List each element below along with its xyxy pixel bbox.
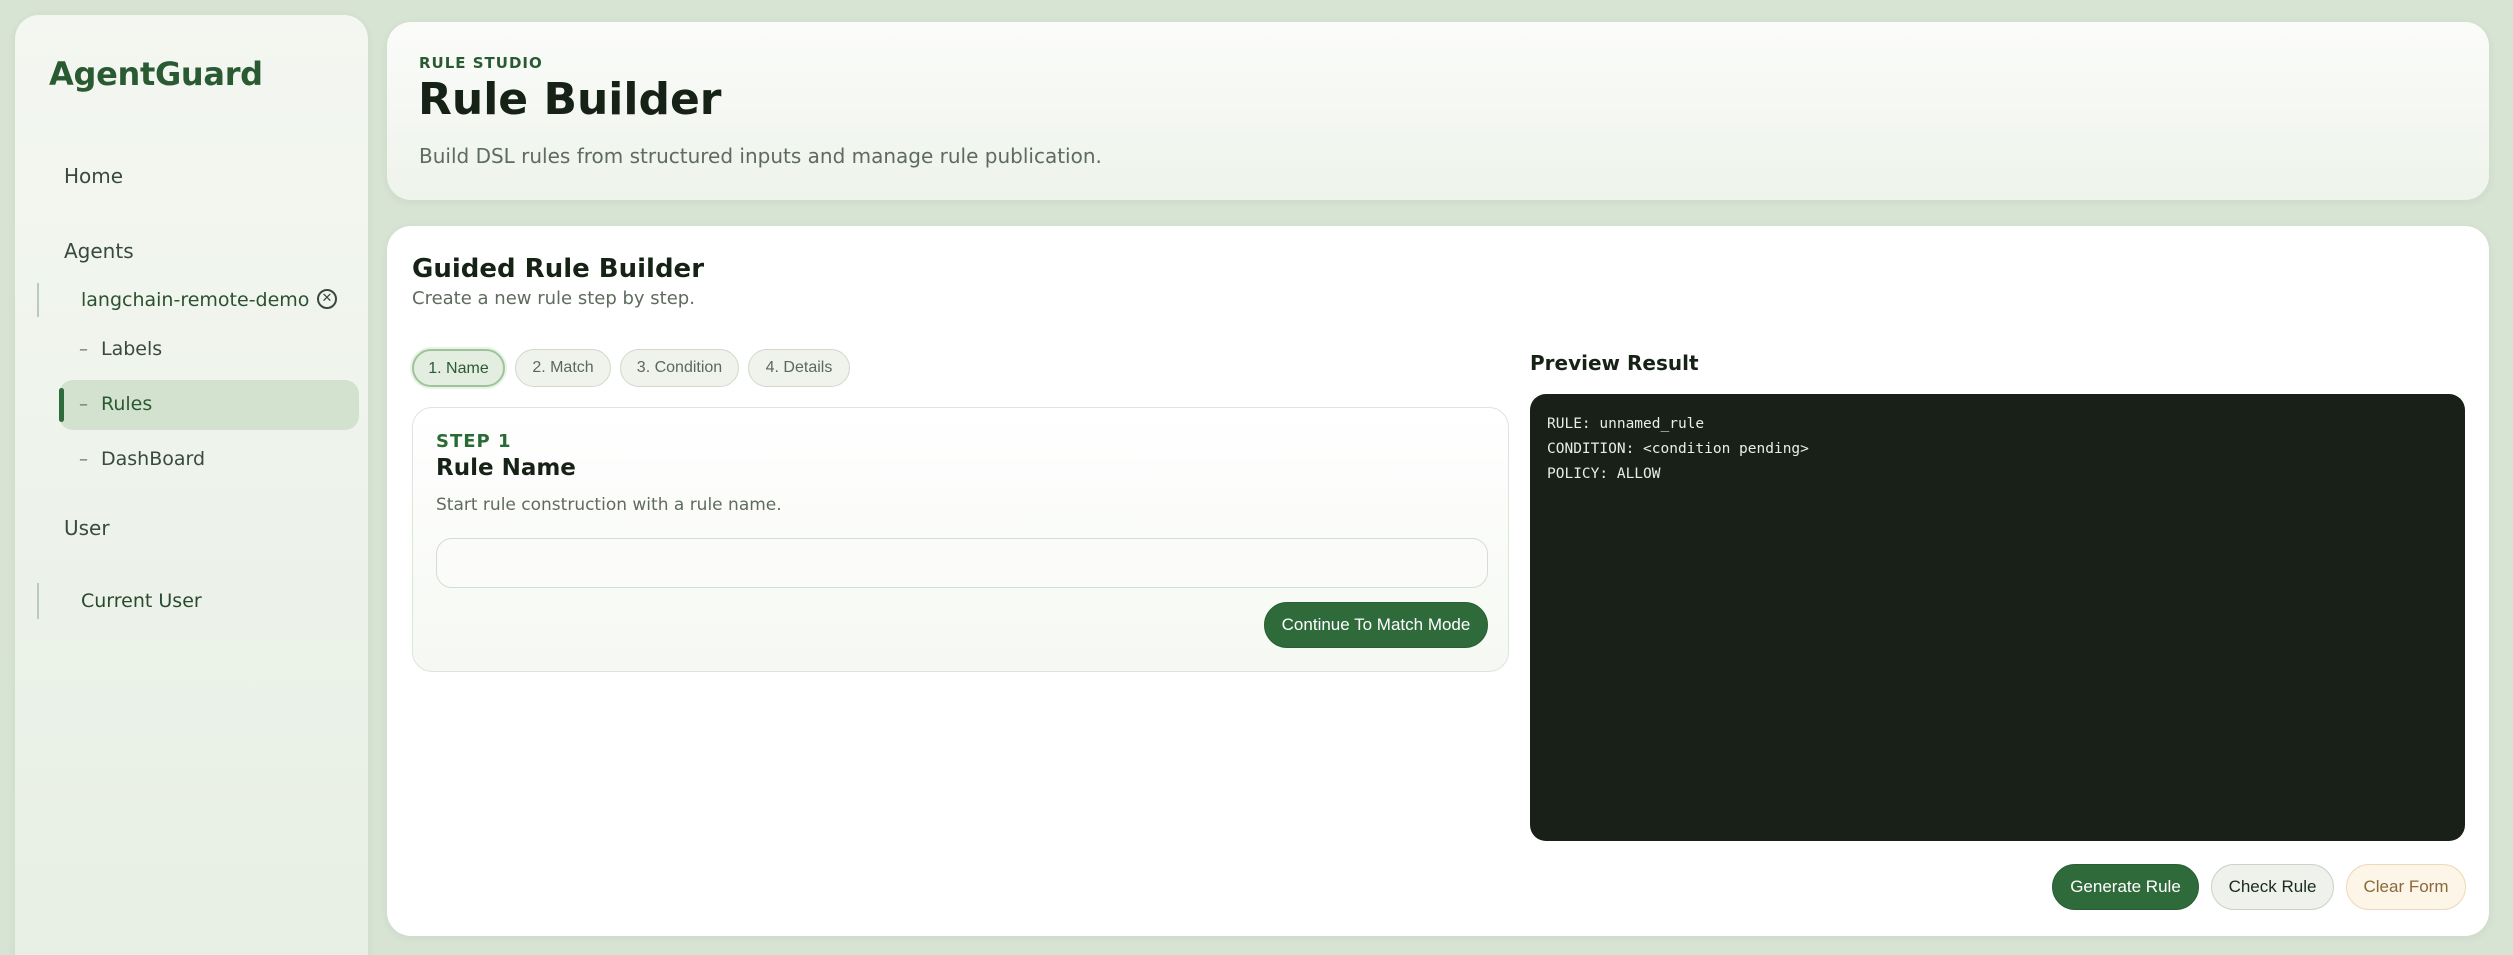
step-kicker: STEP 1 [436,431,512,452]
agent-name: langchain-remote-demo [81,289,310,311]
tab-step-name[interactable]: 1. Name [412,349,505,387]
generate-rule-button[interactable]: Generate Rule [2052,864,2199,910]
check-rule-button[interactable]: Check Rule [2211,864,2334,910]
preview-title: Preview Result [1530,351,1699,375]
sidebar-item-labels[interactable]: – Labels [59,325,359,375]
page-title: Rule Builder [418,74,722,125]
sidebar-item-label: Rules [101,393,153,415]
section-title: Guided Rule Builder [412,254,705,284]
preview-line: CONDITION: <condition pending> [1547,441,1809,457]
preview-output: RULE: unnamed_rule CONDITION: <condition… [1530,394,2465,841]
section-subtitle: Create a new rule step by step. [412,288,695,309]
sidebar-item-current-user[interactable]: Current User [37,583,337,619]
sidebar-item-rules[interactable]: – Rules [59,380,359,430]
preview-line: POLICY: ALLOW [1547,466,1661,482]
page-eyebrow: RULE STUDIO [419,54,543,72]
step-title: Rule Name [436,455,576,481]
dash-icon: – [79,339,88,360]
nav-home[interactable]: Home [64,164,123,188]
step-panel: STEP 1 Rule Name Start rule construction… [412,407,1509,672]
user-heading[interactable]: User [64,516,110,540]
sidebar-item-label: Labels [101,338,163,360]
dash-icon: – [79,394,88,415]
dash-icon: – [79,449,88,470]
preview-line: RULE: unnamed_rule [1547,416,1705,432]
sidebar-agent-item[interactable]: langchain-remote-demo ✕ [37,283,347,317]
tab-step-details[interactable]: 4. Details [748,349,850,387]
page-header: RULE STUDIO Rule Builder Build DSL rules… [387,22,2489,200]
sidebar: AgentGuard Home Agents langchain-remote-… [15,15,368,955]
step-description: Start rule construction with a rule name… [436,495,782,515]
active-indicator [59,388,64,422]
brand-logo[interactable]: AgentGuard [49,55,263,93]
close-circle-icon[interactable]: ✕ [317,289,337,309]
rule-builder-card: Guided Rule Builder Create a new rule st… [387,226,2489,936]
tab-step-condition[interactable]: 3. Condition [620,349,739,387]
sidebar-item-label: DashBoard [101,448,206,470]
page-subtitle: Build DSL rules from structured inputs a… [419,144,1102,168]
agents-heading[interactable]: Agents [64,239,134,263]
clear-form-button[interactable]: Clear Form [2346,864,2466,910]
tab-step-match[interactable]: 2. Match [515,349,611,387]
sidebar-item-label: Current User [81,590,202,612]
continue-to-match-button[interactable]: Continue To Match Mode [1264,602,1488,648]
rule-name-input[interactable] [436,538,1488,588]
sidebar-item-dashboard[interactable]: – DashBoard [59,435,359,485]
